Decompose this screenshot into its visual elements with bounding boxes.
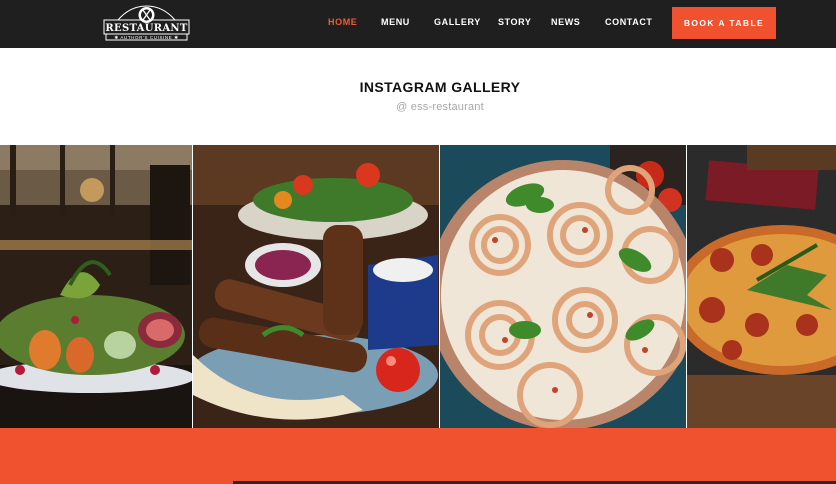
nav-story[interactable]: STORY bbox=[498, 17, 532, 27]
nav-contact[interactable]: CONTACT bbox=[605, 17, 653, 27]
gallery-photo-pasta[interactable] bbox=[440, 145, 686, 428]
gallery-photo-kebabs[interactable] bbox=[193, 145, 439, 428]
gallery-photo-salad[interactable] bbox=[0, 145, 192, 428]
gallery-title: INSTAGRAM GALLERY bbox=[359, 79, 521, 95]
book-a-table-button[interactable]: BOOK A TABLE bbox=[672, 7, 776, 39]
footer-accent-band bbox=[0, 428, 836, 484]
site-header: RESTAURANT ✱ AUTHOR'S CUISINE ✱ HOME MEN… bbox=[0, 0, 836, 48]
gallery-photo-pizza[interactable] bbox=[687, 145, 836, 428]
nav-news[interactable]: NEWS bbox=[551, 17, 580, 27]
nav-gallery[interactable]: GALLERY bbox=[434, 17, 481, 27]
instagram-handle-link[interactable]: @ ess-restaurant bbox=[0, 101, 836, 113]
instagram-photo-grid bbox=[0, 145, 836, 428]
nav-home[interactable]: HOME bbox=[328, 17, 357, 27]
nav-menu[interactable]: MENU bbox=[381, 17, 410, 27]
